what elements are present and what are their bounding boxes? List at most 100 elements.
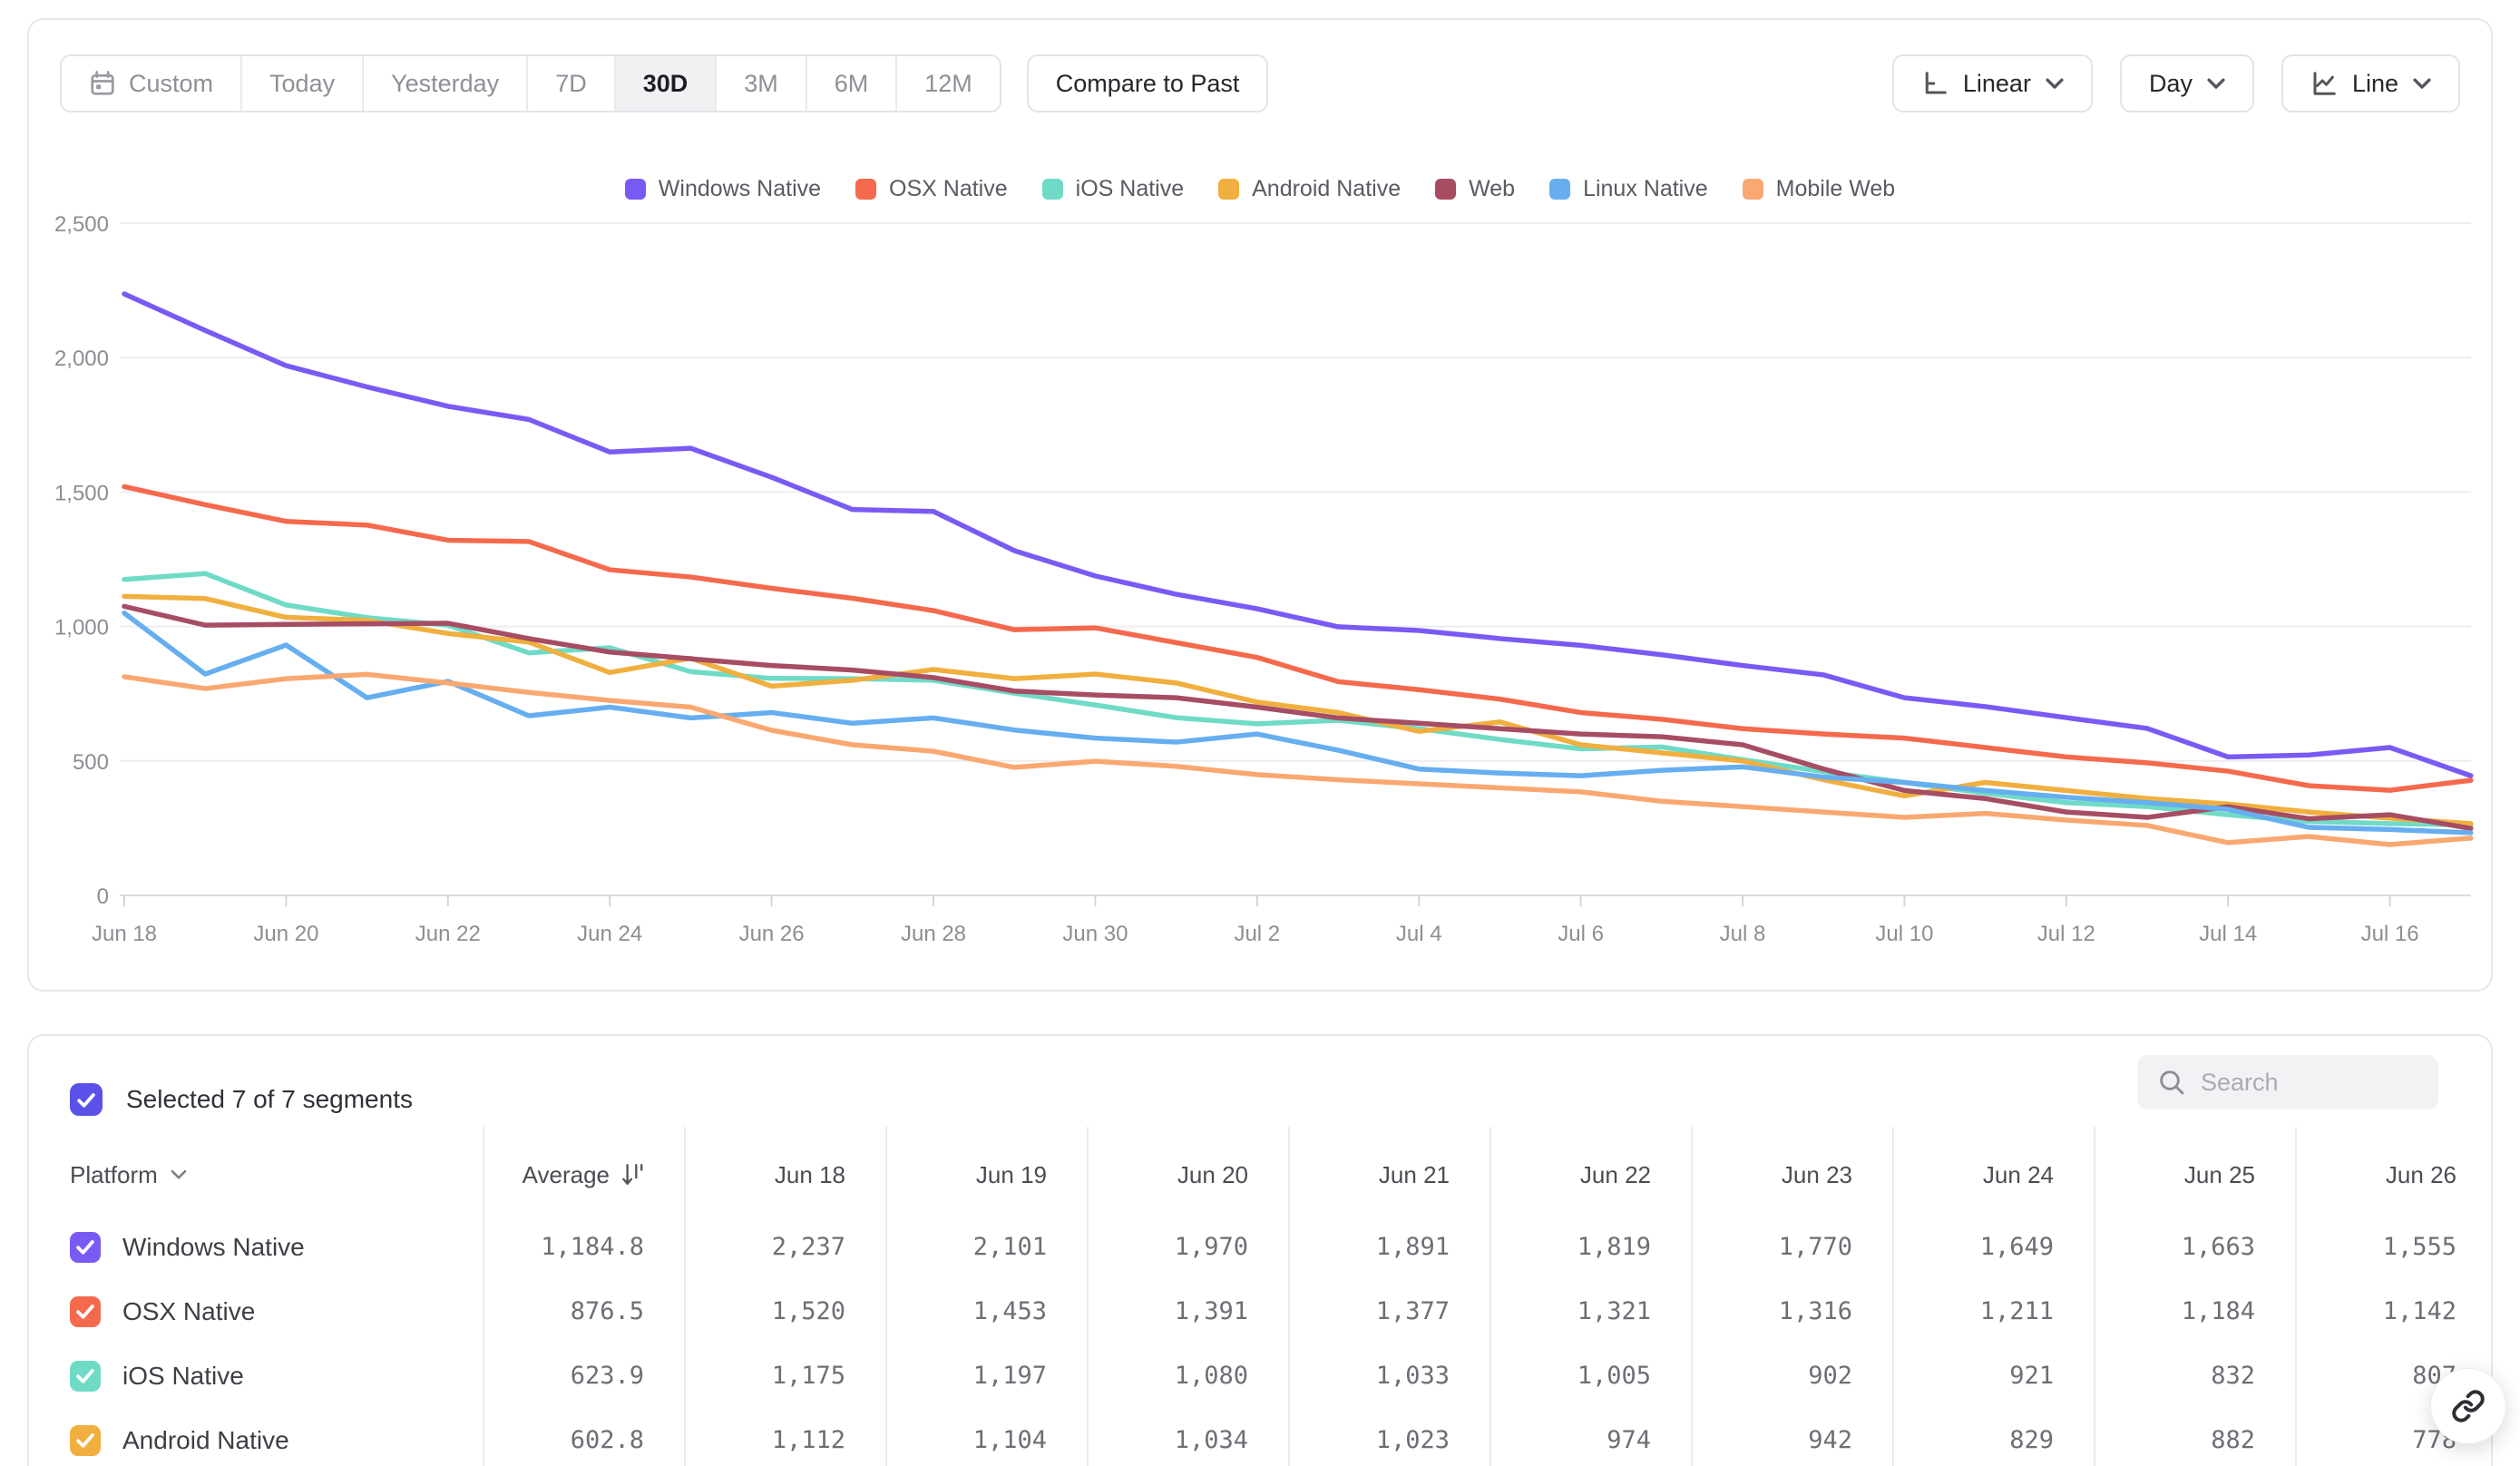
chevron-down-icon [171, 1169, 187, 1180]
table-value-cell: 1,211 [1892, 1279, 2094, 1344]
table-value-cell: 1,104 [885, 1408, 1087, 1466]
table-row: OSX Native876.51,5201,4531,3911,3771,321… [29, 1279, 2493, 1344]
x-axis-label: Jul 6 [1558, 922, 1604, 946]
table-value-cell: 829 [1892, 1408, 2094, 1466]
column-header-jun-19[interactable]: Jun 19 [885, 1145, 1087, 1205]
table-value-cell: 1,184 [2094, 1279, 2295, 1344]
x-axis-label: Jun 24 [577, 922, 642, 946]
select-all-checkbox[interactable] [70, 1083, 103, 1116]
check-icon [75, 1432, 95, 1449]
table-value-cell: 1,034 [1087, 1408, 1288, 1466]
x-axis-label: Jun 28 [901, 922, 966, 946]
table-value-cell: 832 [2094, 1344, 2295, 1408]
table-value-cell: 876.5 [483, 1279, 684, 1344]
segment-checkbox[interactable] [70, 1296, 101, 1327]
segment-checkbox[interactable] [70, 1232, 101, 1263]
table-value-cell: 1,970 [1087, 1215, 1288, 1279]
table-value-cell: 623.9 [483, 1344, 684, 1408]
x-axis-label: Jul 10 [1875, 922, 1933, 946]
column-header-label: Jun 22 [1580, 1161, 1651, 1189]
x-axis-label: Jul 14 [2199, 922, 2257, 946]
column-header-label: Jun 24 [1983, 1161, 2054, 1189]
table-value-cell: 1,197 [885, 1344, 1087, 1408]
table-value-cell: 602.8 [483, 1408, 684, 1466]
table-value-cell: 1,175 [684, 1344, 885, 1408]
table-value-cell: 882 [2094, 1408, 2295, 1466]
x-axis-label: Jun 22 [415, 922, 481, 946]
segment-name: iOS Native [122, 1362, 244, 1391]
table-value-cell: 1,142 [2295, 1279, 2493, 1344]
table-value-cell: 1,184.8 [483, 1215, 684, 1279]
column-header-average[interactable]: Average [483, 1145, 684, 1205]
selected-segments-label: Selected 7 of 7 segments [126, 1085, 413, 1114]
column-header-jun-26[interactable]: Jun 26 [2295, 1145, 2493, 1205]
column-header-jun-18[interactable]: Jun 18 [684, 1145, 885, 1205]
y-axis-label: 2,500 [54, 212, 109, 237]
column-header-jun-23[interactable]: Jun 23 [1691, 1145, 1892, 1205]
table-value-cell: 902 [1691, 1344, 1892, 1408]
x-axis-label: Jul 16 [2361, 922, 2419, 946]
column-header-platform[interactable]: Platform [29, 1145, 483, 1205]
column-header-jun-22[interactable]: Jun 22 [1490, 1145, 1691, 1205]
search-icon [2157, 1068, 2186, 1097]
series-line-windows-native [124, 294, 2471, 776]
table-value-cell: 942 [1691, 1408, 1892, 1466]
y-axis-label: 1,000 [54, 616, 109, 640]
x-axis-label: Jul 4 [1396, 922, 1442, 946]
table-body: Windows Native1,184.82,2372,1011,9701,89… [29, 1215, 2493, 1466]
table-value-cell: 1,391 [1087, 1279, 1288, 1344]
series-line-ios-native [124, 573, 2471, 825]
table-value-cell: 1,316 [1691, 1279, 1892, 1344]
table-value-cell: 1,520 [684, 1279, 885, 1344]
table-value-cell: 1,023 [1288, 1408, 1490, 1466]
check-icon [76, 1091, 96, 1109]
segment-name: Android Native [122, 1426, 289, 1455]
x-axis-label: Jun 18 [92, 922, 157, 946]
column-header-label: Jun 21 [1379, 1161, 1450, 1189]
x-axis-label: Jun 26 [739, 922, 805, 946]
y-axis-label: 0 [97, 884, 109, 909]
x-axis-label: Jun 20 [253, 922, 318, 946]
table-value-cell: 1,005 [1490, 1344, 1691, 1408]
x-axis-label: Jun 30 [1062, 922, 1128, 946]
table-value-cell: 2,101 [885, 1215, 1087, 1279]
column-header-jun-24[interactable]: Jun 24 [1892, 1145, 2094, 1205]
table-value-cell: 1,649 [1892, 1215, 2094, 1279]
segments-table-card: Selected 7 of 7 segments Platform Average… [27, 1034, 2493, 1466]
segment-checkbox[interactable] [70, 1425, 101, 1456]
table-row: Android Native602.81,1121,1041,0341,0239… [29, 1408, 2493, 1466]
check-icon [75, 1238, 95, 1256]
table-value-cell: 1,321 [1490, 1279, 1691, 1344]
segment-checkbox[interactable] [70, 1361, 101, 1392]
column-header-jun-20[interactable]: Jun 20 [1087, 1145, 1288, 1205]
column-header-label: Jun 18 [775, 1161, 845, 1189]
table-value-cell: 1,377 [1288, 1279, 1490, 1344]
x-axis-label: Jul 8 [1720, 922, 1766, 946]
column-header-label: Jun 26 [2386, 1161, 2457, 1189]
segment-search[interactable] [2137, 1055, 2438, 1109]
column-header-label: Platform [70, 1161, 158, 1189]
check-icon [75, 1303, 95, 1320]
column-header-label: Jun 20 [1177, 1161, 1248, 1189]
segment-name: OSX Native [122, 1297, 255, 1326]
share-link-button[interactable] [2430, 1368, 2506, 1444]
table-row: Windows Native1,184.82,2372,1011,9701,89… [29, 1215, 2493, 1279]
chart-card: CustomTodayYesterday7D30D3M6M12M Compare… [27, 18, 2493, 992]
y-axis-label: 2,000 [54, 347, 109, 371]
table-value-cell: 1,033 [1288, 1344, 1490, 1408]
table-value-cell: 921 [1892, 1344, 2094, 1408]
table-value-cell: 1,080 [1087, 1344, 1288, 1408]
link-icon [2451, 1389, 2486, 1423]
column-header-jun-21[interactable]: Jun 21 [1288, 1145, 1490, 1205]
column-header-jun-25[interactable]: Jun 25 [2094, 1145, 2295, 1205]
segment-name: Windows Native [122, 1233, 305, 1262]
line-chart: 05001,0001,5002,0002,500Jun 18Jun 20Jun … [29, 20, 2491, 990]
table-value-cell: 1,555 [2295, 1215, 2493, 1279]
table-value-cell: 1,112 [684, 1408, 885, 1466]
table-value-cell: 974 [1490, 1408, 1691, 1466]
search-input[interactable] [2201, 1069, 2418, 1097]
table-value-cell: 1,891 [1288, 1215, 1490, 1279]
check-icon [75, 1367, 95, 1384]
column-header-label: Average [523, 1161, 610, 1189]
table-header-row: Platform Average Jun 18 Jun 19 Jun 20 Jun 21 J… [29, 1145, 2493, 1205]
